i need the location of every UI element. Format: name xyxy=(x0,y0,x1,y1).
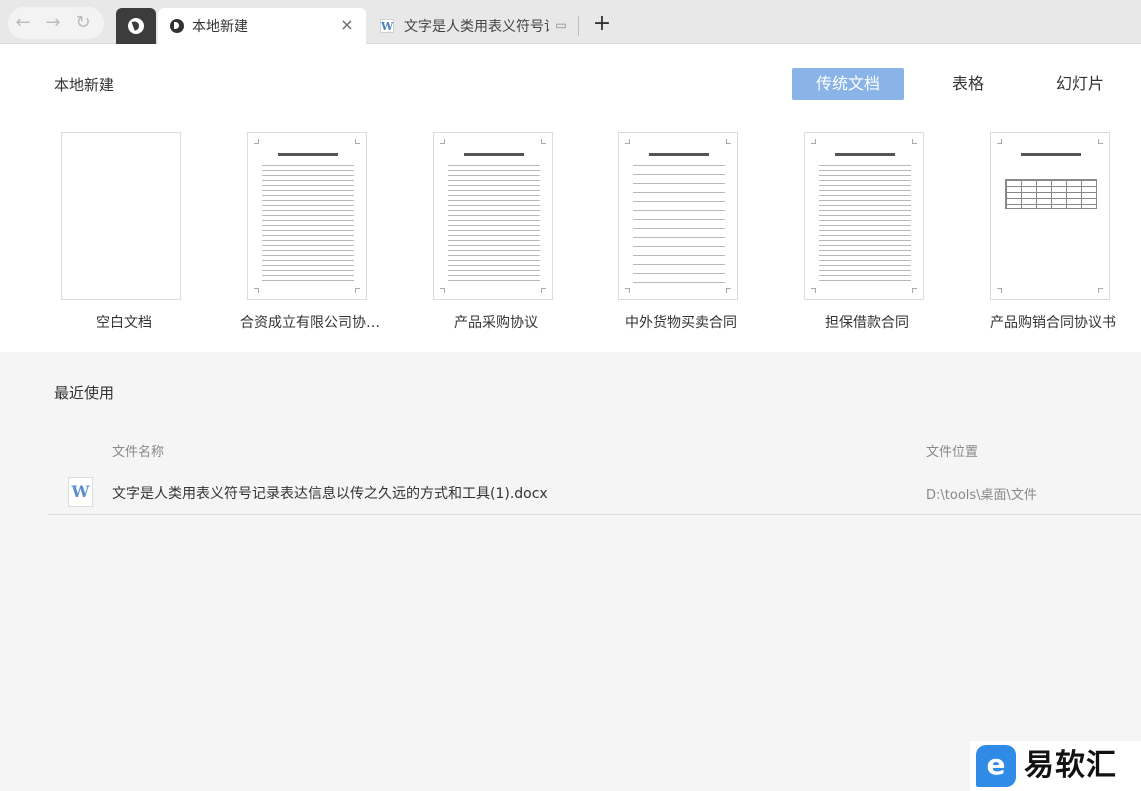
template-thumbnail xyxy=(990,132,1110,300)
template-thumbnail xyxy=(618,132,738,300)
back-arrow-icon[interactable]: ← xyxy=(12,12,34,34)
recent-panel: 最近使用 文件名称 文件位置 W 文字是人类用表义符号记录表达信息以传之久远的方… xyxy=(0,352,1141,791)
app-logo-icon xyxy=(128,18,144,34)
template-label: 合资成立有限公司协… xyxy=(240,315,380,331)
app-home-tab[interactable] xyxy=(116,8,156,44)
column-header-location: 文件位置 xyxy=(926,445,979,460)
word-doc-icon: W xyxy=(380,19,394,33)
tab-document[interactable]: W 文字是人类用表义符号记 ▭ xyxy=(370,8,580,44)
local-new-panel: 本地新建 传统文档 表格 幻灯片 空白文档 合资成立有限公司协… 产品采购协议 xyxy=(0,44,1141,352)
brand-text: 易软汇 xyxy=(1024,748,1117,783)
column-header-name: 文件名称 xyxy=(112,445,165,460)
template-thumbnail xyxy=(61,132,181,300)
recent-file-row[interactable]: W 文字是人类用表义符号记录表达信息以传之久远的方式和工具(1).docx D:… xyxy=(48,471,1141,515)
file-name: 文字是人类用表义符号记录表达信息以传之久远的方式和工具(1).docx xyxy=(112,486,548,502)
template-label: 产品购销合同协议书 xyxy=(990,315,1116,331)
tab-label: 文字是人类用表义符号记 xyxy=(404,19,549,35)
new-tab-plus-icon[interactable]: + xyxy=(590,12,614,36)
close-icon[interactable]: × xyxy=(338,16,356,34)
template-label: 空白文档 xyxy=(96,315,152,331)
tab-divider xyxy=(578,16,579,36)
section-title-local-new: 本地新建 xyxy=(54,76,115,94)
template-thumbnail xyxy=(433,132,553,300)
brand-e-icon: e xyxy=(976,745,1016,787)
forward-arrow-icon[interactable]: → xyxy=(42,12,64,34)
tab-traditional-doc[interactable]: 传统文档 xyxy=(792,68,904,100)
file-location: D:\tools\桌面\文件 xyxy=(926,488,1037,503)
app-logo-icon xyxy=(170,19,184,33)
browser-tab-bar: ← → ↻ 本地新建 × W 文字是人类用表义符号记 ▭ + xyxy=(0,0,1141,44)
screen-icon[interactable]: ▭ xyxy=(554,18,568,32)
section-title-recent: 最近使用 xyxy=(54,384,115,402)
template-list: 空白文档 合资成立有限公司协… 产品采购协议 中外货物买卖合同 担保借款合同 产… xyxy=(0,132,1141,332)
template-thumbnail xyxy=(804,132,924,300)
tab-local-new[interactable]: 本地新建 × xyxy=(158,8,366,44)
template-label: 担保借款合同 xyxy=(825,315,909,331)
word-doc-icon: W xyxy=(68,477,93,507)
watermark-logo: e 易软汇 xyxy=(970,741,1141,791)
template-label: 产品采购协议 xyxy=(454,315,538,331)
tab-slides[interactable]: 幻灯片 xyxy=(1040,68,1120,100)
refresh-icon[interactable]: ↻ xyxy=(72,12,94,34)
tab-spreadsheet[interactable]: 表格 xyxy=(928,68,1008,100)
template-label: 中外货物买卖合同 xyxy=(625,315,737,331)
tab-label: 本地新建 xyxy=(192,19,248,35)
template-thumbnail xyxy=(247,132,367,300)
